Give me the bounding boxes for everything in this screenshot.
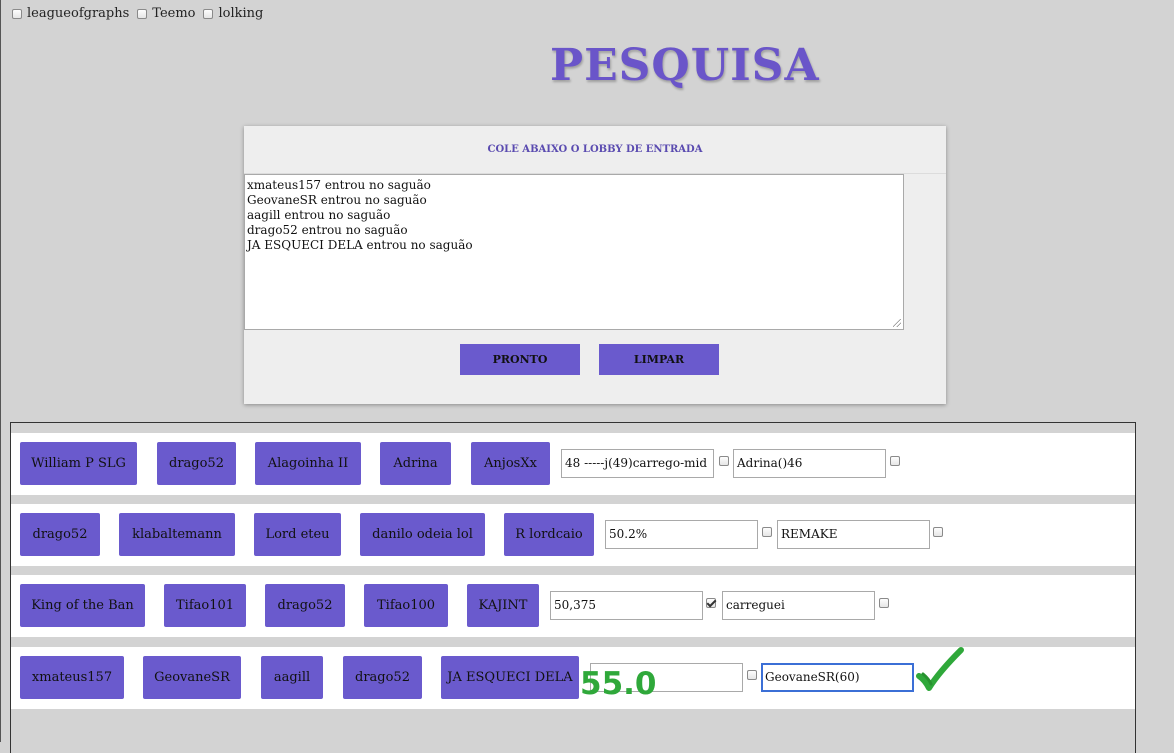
player-button[interactable]: Tifao100: [364, 584, 448, 627]
site-label: leagueofgraphs: [27, 6, 130, 21]
lobby-line: xmateus157 entrou no saguão: [247, 178, 431, 192]
site-options: leagueofgraphs Teemo lolking: [12, 6, 271, 21]
player-button[interactable]: Tifao101: [164, 584, 246, 627]
team-row: xmateus157 GeovaneSR aagill drago52 JA E…: [11, 647, 1135, 709]
result-checkbox-2[interactable]: [890, 456, 900, 466]
lolking-checkbox[interactable]: [203, 8, 214, 19]
ready-button[interactable]: PRONTO: [460, 344, 580, 375]
player-button[interactable]: drago52: [343, 656, 422, 699]
result-checkbox-2[interactable]: [933, 527, 943, 537]
result-field-1[interactable]: 50,375: [550, 591, 703, 620]
team-row: William P SLG drago52 Alagoinha II Adrin…: [11, 433, 1135, 495]
player-button[interactable]: R lordcaio: [504, 513, 594, 556]
player-button[interactable]: drago52: [157, 442, 236, 485]
result-field-2[interactable]: REMAKE: [777, 520, 930, 549]
score-overlay: 55.0: [580, 666, 657, 702]
player-button[interactable]: danilo odeia lol: [360, 513, 485, 556]
page-title: PESQUISA: [550, 40, 820, 91]
result-checkbox-1[interactable]: [762, 527, 772, 537]
result-checkbox-1[interactable]: [719, 456, 729, 466]
team-row: King of the Ban Tifao101 drago52 Tifao10…: [11, 575, 1135, 637]
lobby-line: JA ESQUECI DELA entrou no saguão: [247, 238, 473, 252]
player-button[interactable]: JA ESQUECI DELA: [441, 656, 579, 699]
site-label: lolking: [218, 6, 264, 21]
site-option-teemo[interactable]: Teemo: [137, 6, 195, 21]
site-label: Teemo: [152, 6, 196, 21]
result-checkbox-2[interactable]: [879, 598, 889, 608]
resize-grip-icon[interactable]: [893, 319, 901, 327]
player-button[interactable]: Adrina: [380, 442, 451, 485]
result-field-2[interactable]: carreguei: [722, 591, 875, 620]
window-left-edge: [0, 0, 1, 742]
lobby-textarea[interactable]: xmateus157 entrou no saguão GeovaneSR en…: [244, 174, 904, 330]
player-button[interactable]: xmateus157: [20, 656, 124, 699]
lobby-line: GeovaneSR entrou no saguão: [247, 193, 427, 207]
lobby-heading: COLE ABAIXO O LOBBY DE ENTRADA: [244, 126, 946, 174]
result-field-1[interactable]: 48 -----j(49)carrego-mid: [561, 449, 714, 478]
result-field-2[interactable]: Adrina()46: [733, 449, 886, 478]
player-button[interactable]: drago52: [20, 513, 100, 556]
result-field-1[interactable]: 50.2%: [605, 520, 758, 549]
player-button[interactable]: Lord eteu: [254, 513, 341, 556]
result-field-2[interactable]: GeovaneSR(60): [761, 663, 914, 692]
result-checkbox-1[interactable]: [706, 598, 716, 608]
player-button[interactable]: klabaltemann: [119, 513, 235, 556]
leagueofgraphs-checkbox[interactable]: [12, 8, 22, 19]
player-button[interactable]: Alagoinha II: [255, 442, 361, 485]
lobby-line: aagill entrou no saguão: [247, 208, 391, 222]
player-button[interactable]: KAJINT: [467, 584, 539, 627]
player-button[interactable]: GeovaneSR: [143, 656, 241, 699]
green-check-icon: [916, 647, 964, 691]
team-row: drago52 klabaltemann Lord eteu danilo od…: [11, 504, 1135, 566]
site-option-lolking[interactable]: lolking: [203, 6, 263, 21]
site-option-leagueofgraphs[interactable]: leagueofgraphs: [12, 6, 129, 21]
player-button[interactable]: King of the Ban: [20, 584, 145, 627]
clear-button[interactable]: LIMPAR: [599, 344, 719, 375]
lobby-line: drago52 entrou no saguão: [247, 223, 408, 237]
result-checkbox-1[interactable]: [747, 670, 757, 680]
player-button[interactable]: William P SLG: [20, 442, 137, 485]
teemo-checkbox[interactable]: [137, 8, 148, 19]
player-button[interactable]: AnjosXx: [471, 442, 550, 485]
player-button[interactable]: aagill: [261, 656, 323, 699]
lobby-panel: COLE ABAIXO O LOBBY DE ENTRADA xmateus15…: [244, 126, 946, 404]
results-area: William P SLG drago52 Alagoinha II Adrin…: [10, 422, 1136, 753]
player-button[interactable]: drago52: [265, 584, 345, 627]
